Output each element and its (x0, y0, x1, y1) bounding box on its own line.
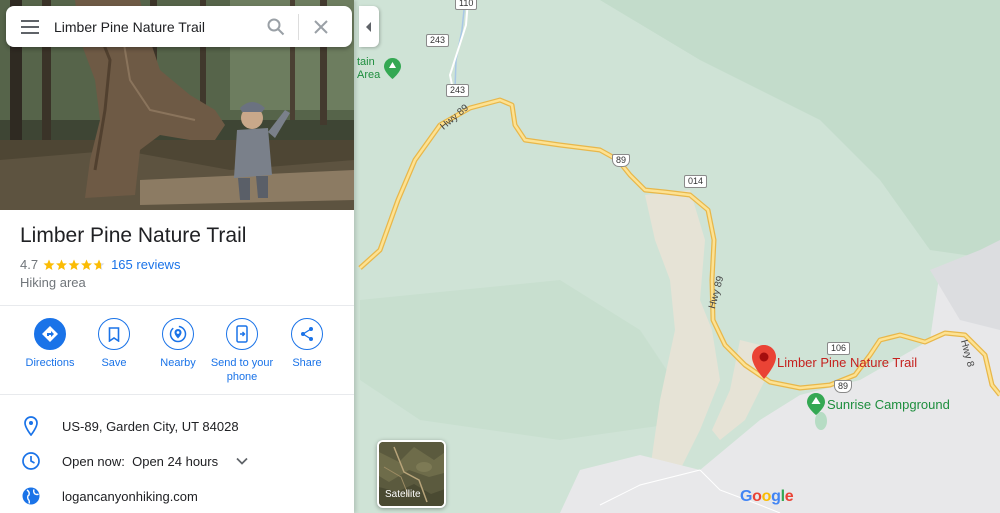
hours-status: Open now: (62, 453, 125, 469)
poi-label-line: Area (357, 69, 381, 81)
menu-icon (21, 19, 39, 34)
logo-letter: e (784, 488, 794, 505)
google-logo: Google (740, 488, 794, 506)
location-pin-icon (24, 416, 38, 436)
divider (0, 394, 354, 395)
share-circle (291, 318, 323, 350)
place-side-panel: Limber Pine Nature Trail 4.7 (0, 0, 354, 513)
search-input[interactable] (54, 11, 254, 42)
route-shield: 243 (426, 34, 450, 47)
reviews-link[interactable]: 165 reviews (111, 257, 180, 272)
route-shield: 110 (455, 0, 478, 10)
hours-value: Open 24 hours (132, 453, 219, 469)
campground-label[interactable]: Sunrise Campground (827, 397, 950, 412)
directions-label: Directions (25, 357, 75, 369)
chevron-down-icon (236, 457, 248, 465)
search-box (6, 6, 352, 47)
poi-marker-icon[interactable] (384, 58, 401, 79)
logo-letter: o (761, 488, 772, 505)
menu-button[interactable] (6, 6, 54, 47)
send-to-phone-circle (226, 318, 258, 350)
logo-letter: o (752, 488, 762, 505)
hours-expand-button[interactable] (236, 452, 248, 470)
poi-label-line: tain (357, 56, 375, 68)
share-button[interactable]: Share (275, 318, 339, 370)
clear-search-button[interactable] (299, 6, 343, 47)
poi-label[interactable]: tain Area (357, 56, 380, 82)
nearby-button[interactable]: Nearby (146, 318, 210, 370)
selected-place-label[interactable]: Limber Pine Nature Trail (777, 355, 917, 370)
hours-text: Open now: Open 24 hours (62, 454, 218, 469)
hours-icon-wrap (0, 451, 62, 471)
globe-icon (22, 487, 40, 505)
route-shield: 89 (612, 154, 631, 167)
close-icon (314, 19, 328, 34)
chevron-left-icon (366, 21, 371, 32)
search-icon (267, 18, 285, 35)
save-circle (98, 318, 130, 350)
satellite-layer-button[interactable]: Satellite (377, 440, 446, 508)
website-icon-wrap (0, 486, 62, 506)
hours-row[interactable]: Open now: Open 24 hours (0, 446, 354, 476)
address-row[interactable]: US-89, Garden City, UT 84028 (0, 411, 354, 441)
directions-icon (42, 326, 58, 342)
route-shield: 243 (446, 84, 470, 97)
stars-icon (43, 259, 105, 270)
address-icon-wrap (0, 416, 62, 436)
save-label: Save (101, 357, 127, 369)
address-text: US-89, Garden City, UT 84028 (62, 418, 239, 434)
rating-value: 4.7 (20, 257, 39, 272)
logo-letter: g (771, 488, 781, 505)
rating-stars (43, 259, 105, 271)
share-label: Share (292, 357, 322, 369)
send-to-phone-label: Send to your phone (210, 357, 274, 383)
place-category[interactable]: Hiking area (20, 275, 86, 290)
logo-letter: G (740, 488, 753, 505)
rating-row: 4.7 165 reviews (20, 257, 180, 272)
route-shield: 89 (834, 380, 853, 393)
satellite-label: Satellite (385, 489, 421, 500)
nearby-icon (169, 325, 187, 343)
bookmark-icon (108, 326, 120, 342)
selected-place-pin-icon[interactable] (752, 345, 776, 379)
campground-marker-icon[interactable] (807, 393, 825, 415)
route-shield: 014 (684, 175, 708, 188)
send-to-phone-button[interactable]: Send to your phone (210, 318, 274, 384)
directions-circle (34, 318, 66, 350)
save-button[interactable]: Save (82, 318, 146, 370)
nearby-label: Nearby (160, 357, 196, 369)
send-to-phone-icon (236, 325, 248, 343)
share-icon (301, 327, 313, 341)
collapse-panel-button[interactable] (359, 6, 379, 47)
nearby-circle (162, 318, 194, 350)
route-shield: 106 (827, 342, 851, 355)
directions-button[interactable]: Directions (18, 318, 82, 370)
website-link[interactable]: logancanyonhiking.com (62, 489, 198, 504)
action-buttons: Directions Save Nearby Send to your phon… (0, 318, 354, 388)
clock-icon (22, 452, 40, 470)
place-title: Limber Pine Nature Trail (20, 224, 247, 247)
search-button[interactable] (254, 6, 298, 47)
divider (0, 305, 354, 306)
website-row[interactable]: logancanyonhiking.com (0, 481, 354, 511)
